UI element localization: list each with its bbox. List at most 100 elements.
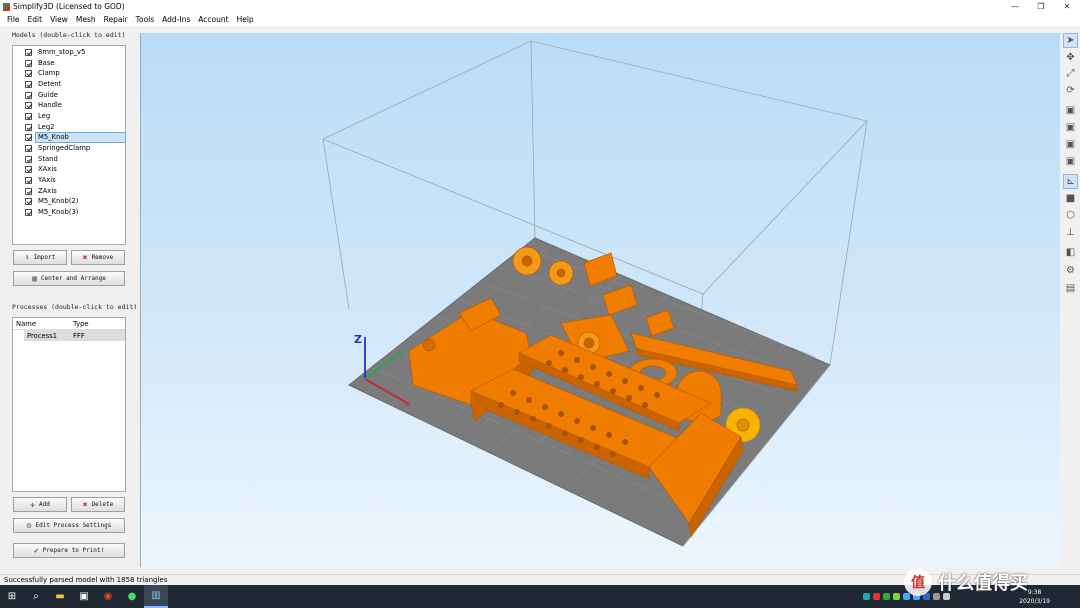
import-icon: ⬇	[24, 253, 30, 262]
column-header-type[interactable]: Type	[70, 320, 89, 328]
scale-icon[interactable]: ⤢	[1063, 66, 1078, 81]
processes-section-title: Processes (double-click to edit)	[12, 303, 138, 311]
list-item[interactable]: Base	[13, 58, 125, 69]
left-panel: Models (double-click to edit) 8mm_stop_v…	[0, 26, 140, 574]
checkbox[interactable]	[25, 177, 32, 185]
list-item[interactable]: SpringedClamp	[13, 143, 125, 154]
center-and-arrange-button[interactable]: ▦ Center and Arrange	[13, 271, 125, 286]
solid-view-icon[interactable]: ■	[1063, 191, 1078, 206]
move-icon[interactable]: ✥	[1063, 50, 1078, 65]
settings-icon: ⚙	[26, 521, 32, 530]
model-settings-icon[interactable]: ◧	[1063, 245, 1078, 260]
remove-button[interactable]: ✖ Remove	[71, 250, 125, 265]
list-item[interactable]: 8mm_stop_v5	[13, 47, 125, 58]
view-front-icon[interactable]: ▣	[1063, 120, 1078, 135]
checkbox[interactable]	[25, 166, 32, 174]
models-list[interactable]: 8mm_stop_v5 Base Clamp Detent Guide Hand…	[12, 45, 126, 245]
tray-icon[interactable]	[893, 593, 900, 600]
checkbox[interactable]	[25, 198, 32, 206]
table-row[interactable]: Process1 FFF	[24, 330, 125, 341]
processes-list[interactable]: Name Type Process1 FFF	[12, 317, 126, 492]
checkbox[interactable]	[25, 80, 32, 88]
view-top-icon[interactable]: ▣	[1063, 154, 1078, 169]
list-item-selected[interactable]: M5_Knob	[13, 132, 126, 144]
delete-process-button[interactable]: ✖ Delete	[71, 497, 125, 512]
checkbox[interactable]	[25, 91, 32, 99]
chrome-icon[interactable]: ◉	[96, 585, 120, 608]
list-item[interactable]: Handle	[13, 100, 125, 111]
minimize-button[interactable]: —	[1002, 0, 1028, 13]
checkmark-icon: ✔	[33, 546, 39, 555]
list-item[interactable]: M5_Knob(2)	[13, 197, 125, 208]
list-item[interactable]: XAxis	[13, 165, 125, 176]
watermark-text: 什么值得买	[938, 573, 1028, 594]
list-item[interactable]: Guide	[13, 90, 125, 101]
remove-icon: ✖	[82, 253, 88, 262]
wechat-icon[interactable]: ●	[120, 585, 144, 608]
cross-section-icon[interactable]: ⊥	[1063, 225, 1078, 240]
checkbox[interactable]	[25, 48, 32, 56]
menu-help[interactable]: Help	[233, 15, 258, 24]
build-volume-scene: Z ✕	[322, 40, 868, 547]
menu-view[interactable]: View	[46, 15, 72, 24]
menu-add-ins[interactable]: Add-Ins	[158, 15, 194, 24]
axes-icon[interactable]: ⊾	[1063, 174, 1078, 189]
gear-icon[interactable]: ⚙	[1063, 263, 1078, 278]
3d-viewport[interactable]: Z ✕	[140, 33, 1060, 567]
menu-file[interactable]: File	[3, 15, 24, 24]
store-icon[interactable]: ▣	[72, 585, 96, 608]
search-icon[interactable]: ⌕	[24, 585, 48, 608]
restore-button[interactable]: ❐	[1028, 0, 1054, 13]
simplify3d-taskbar-icon[interactable]: ▥	[144, 585, 168, 608]
close-button[interactable]: ✕	[1054, 0, 1080, 13]
layers-icon[interactable]: ▤	[1063, 281, 1078, 296]
import-button[interactable]: ⬇ Import	[13, 250, 67, 265]
view-iso-icon[interactable]: ▣	[1063, 103, 1078, 118]
file-explorer-icon[interactable]: ▬	[48, 585, 72, 608]
menu-mesh[interactable]: Mesh	[72, 15, 100, 24]
list-item[interactable]: Detent	[13, 79, 125, 90]
edit-process-settings-button[interactable]: ⚙ Edit Process Settings	[13, 518, 125, 533]
menu-repair[interactable]: Repair	[100, 15, 132, 24]
column-header-name[interactable]: Name	[13, 320, 70, 328]
select-arrow-icon[interactable]: ➤	[1063, 33, 1078, 48]
windows-start-icon[interactable]: ⊞	[0, 585, 24, 608]
checkbox[interactable]	[25, 209, 32, 217]
list-item[interactable]: M5_Knob(3)	[13, 207, 125, 218]
checkbox[interactable]	[25, 155, 32, 163]
window-controls: — ❐ ✕	[1002, 0, 1080, 13]
list-item[interactable]: ZAxis	[13, 186, 125, 197]
process-name-cell: Process1	[27, 331, 58, 340]
checkbox[interactable]	[25, 145, 32, 153]
rotate-icon[interactable]: ⟳	[1063, 83, 1078, 98]
window-title: Simplify3D (Licensed to GOD)	[13, 2, 125, 11]
wireframe-icon[interactable]: ⬡	[1063, 208, 1078, 223]
list-item[interactable]: Leg2	[13, 122, 125, 133]
prepare-to-print-button[interactable]: ✔ Prepare to Print!	[13, 543, 125, 558]
list-item[interactable]: Leg	[13, 111, 125, 122]
delete-icon: ✖	[82, 500, 88, 509]
checkbox[interactable]	[25, 112, 32, 120]
checkbox[interactable]	[25, 59, 32, 67]
list-item[interactable]: Stand	[13, 154, 125, 165]
tray-icon[interactable]	[883, 593, 890, 600]
menu-tools[interactable]: Tools	[132, 15, 158, 24]
list-item[interactable]: Clamp	[13, 68, 125, 79]
process-type-cell: FFF	[73, 331, 85, 340]
menu-bar: File Edit View Mesh Repair Tools Add-Ins…	[0, 13, 1080, 26]
checkbox[interactable]	[25, 187, 32, 195]
add-process-button[interactable]: ✚ Add	[13, 497, 67, 512]
checkbox[interactable]	[25, 70, 32, 78]
tray-icon[interactable]	[863, 593, 870, 600]
list-item[interactable]: YAxis	[13, 175, 125, 186]
checkbox[interactable]	[25, 134, 32, 142]
models-section-title: Models (double-click to edit)	[12, 31, 126, 39]
tray-icon[interactable]	[873, 593, 880, 600]
menu-edit[interactable]: Edit	[24, 15, 47, 24]
menu-account[interactable]: Account	[194, 15, 232, 24]
checkbox[interactable]	[25, 102, 32, 110]
checkbox[interactable]	[25, 123, 32, 131]
simplify3d-app-icon	[3, 2, 10, 11]
watermark-badge: 值	[904, 568, 932, 596]
view-side-icon[interactable]: ▣	[1063, 137, 1078, 152]
